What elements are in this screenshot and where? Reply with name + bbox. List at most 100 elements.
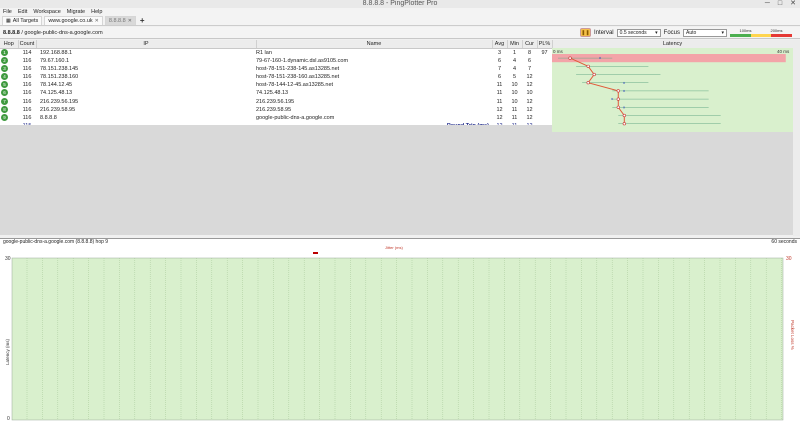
grid-empty-area [0,125,793,235]
latency-color-legend[interactable]: 100ms 200ms [730,28,793,37]
avg-latency-point [616,97,620,101]
hop-number: 8 [1,105,8,113]
avg-latency-point [586,64,590,68]
vertical-scrollbar[interactable] [793,40,800,236]
pl-cell [537,81,552,90]
menu-migrate[interactable]: Migrate [67,8,85,16]
right-axis-label: Packet Loss % [790,320,795,350]
pl-cell [537,113,552,122]
cur-cell: 12 [522,105,537,114]
min-cell: 11 [507,105,522,114]
close-tab-icon[interactable]: ✕ [95,18,99,24]
avg-cell: 11 [492,89,507,98]
col-count[interactable]: Count [18,40,37,49]
tab-google-co-uk[interactable]: www.google.co.uk ✕ [44,16,103,25]
col-hop[interactable]: Hop [0,40,19,49]
menu-file[interactable]: File [3,8,12,16]
current-latency-marker: × [623,89,626,94]
hop-number: 9 [1,113,8,121]
jitter-label: Jitter (ms) [385,245,403,250]
ip-cell: 79.67.160.1 [36,56,256,65]
current-latency-marker: × [623,80,626,85]
avg-latency-point [568,56,572,60]
jitter-marker [313,252,318,254]
avg-cell: 11 [492,97,507,106]
avg-latency-point [616,105,620,109]
y-axis-bottom: 0 [7,416,10,422]
chevron-down-icon: ▾ [655,29,658,36]
name-cell: 216.239.56.195 [256,97,492,106]
avg-latency-point [616,89,620,93]
count-cell: 114 [18,48,36,57]
breadcrumb-target: 8.8.8.8 [3,29,20,36]
name-cell: 74.125.48.13 [256,89,492,98]
ip-cell: 78.144.12.45 [36,81,256,90]
min-cell: 10 [507,81,522,90]
interval-select[interactable]: 0.5 seconds ▾ [616,28,661,37]
legend-color-strip [730,34,793,37]
tab-label: All Targets [12,18,39,24]
count-cell: 116 [18,97,36,106]
pl-cell [537,97,552,106]
hop-cell: 2 [0,56,18,65]
avg-latency-point [622,113,626,118]
avg-cell: 11 [492,81,507,90]
hop-cell: 5 [0,81,18,90]
tab-label: www.google.co.uk [48,18,93,24]
avg-cell: 7 [492,64,507,73]
col-min[interactable]: Min [507,40,523,49]
menu-edit[interactable]: Edit [18,8,27,16]
avg-cell: 6 [492,56,507,65]
trace-toggle-button[interactable]: ❚❚ [579,28,591,37]
hop-cell: 8 [0,105,18,114]
name-cell: R1 lan [256,48,492,57]
menu-workspace[interactable]: Workspace [33,8,60,16]
hop-cell: 3 [0,64,18,73]
toolbar: 8.8.8.8 / google-public-dns-a.google.com… [0,27,800,39]
hop-number: 3 [1,64,8,72]
col-cur[interactable]: Cur [522,40,538,49]
close-tab-icon[interactable]: ✕ [128,18,132,24]
tab-8-8-8-8[interactable]: 8.8.8.8 ✕ [104,16,136,25]
hop-number: 2 [1,56,8,64]
count-cell: 116 [18,89,36,98]
pl-cell [537,89,552,98]
y-axis-label: Latency (ms) [5,338,10,365]
menu-help[interactable]: Help [91,8,102,16]
col-avg[interactable]: Avg [492,40,508,49]
legend-100ms: 100ms [739,28,752,33]
pause-icon: ❚❚ [581,29,590,36]
right-axis-top: 30 [786,256,792,262]
ip-cell: 78.151.238.160 [36,72,256,82]
close-icon[interactable]: ✕ [790,0,796,8]
col-pl[interactable]: PL% [537,40,553,49]
interval-label: Interval [593,29,614,36]
add-tab-button[interactable]: + [138,16,147,25]
min-cell: 11 [507,113,522,122]
ip-cell: 192.168.88.1 [36,48,256,57]
col-ip[interactable]: IP [36,40,257,49]
name-cell: host-78-144-12-45.as13285.net [256,81,492,90]
minimize-icon[interactable]: ─ [765,0,770,8]
ip-cell: 216.239.56.195 [36,97,256,106]
hop-cell: 6 [0,89,18,98]
latency-time-graph: Jitter (ms) 30 0 30 Latency (ms) Packet Loss … [0,245,800,422]
ip-cell: 216.239.58.95 [36,105,256,114]
legend-yellow [750,34,772,37]
grid-header: Hop Count IP Name Avg Min Cur PL% Latenc… [0,40,794,49]
col-name[interactable]: Name [256,40,493,49]
name-cell: google-public-dns-a.google.com [256,113,492,122]
legend-200ms: 200ms [770,28,783,33]
focus-select[interactable]: Auto ▾ [683,28,727,37]
scale-label-end: 40 ms [777,49,790,54]
pl-cell [537,105,552,114]
min-cell: 10 [507,89,522,98]
pl-cell [537,64,552,73]
chevron-down-icon: ▾ [721,29,724,36]
count-cell: 116 [18,113,36,122]
tab-all-targets[interactable]: ▦ All Targets [2,16,43,25]
cur-cell: 6 [522,56,537,65]
maximize-icon[interactable]: □ [778,0,782,8]
name-cell: 79-67-160-1.dynamic.dsl.as9105.com [256,56,492,65]
col-latency[interactable]: Latency [552,40,794,49]
